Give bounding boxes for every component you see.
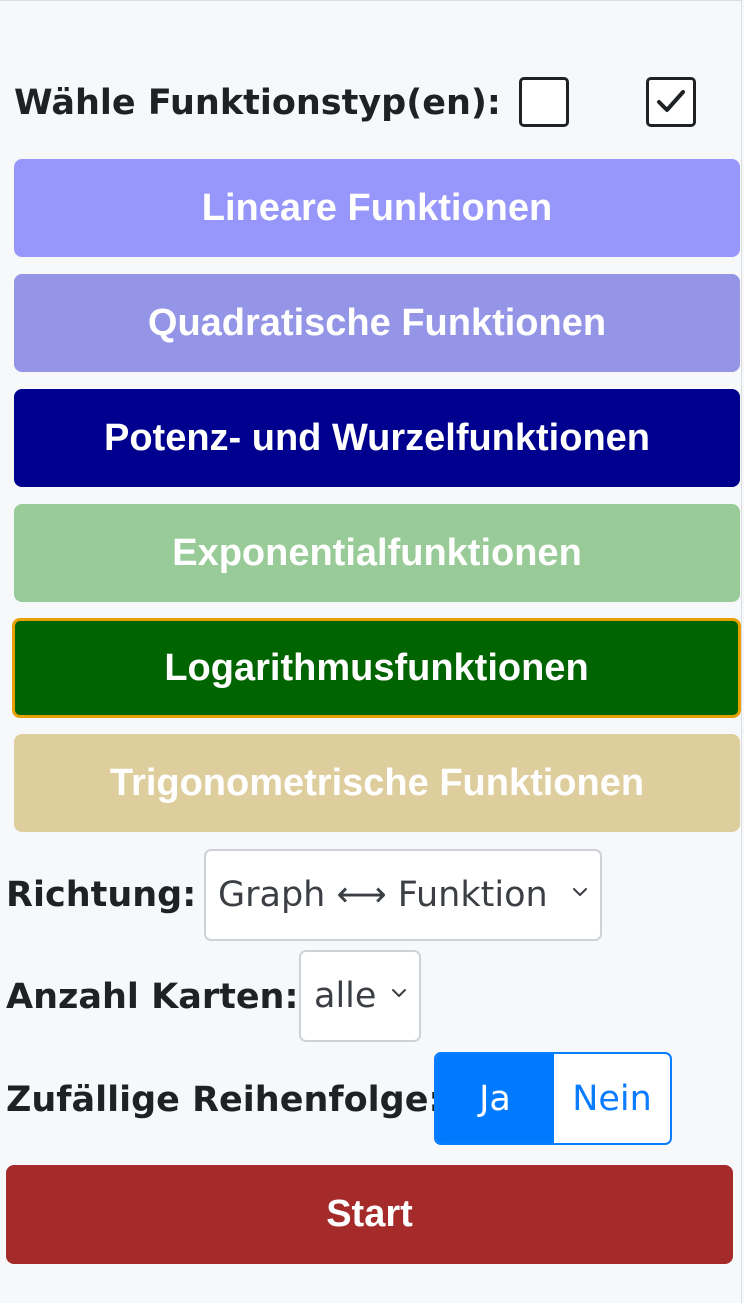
chevron-down-icon [392,989,406,997]
type-selection-label: Wähle Funktionstyp(en): [14,83,501,123]
select-all-checkbox[interactable] [646,77,696,127]
direction-select[interactable]: Graph ⟷ Funktion [204,849,602,941]
card-count-select-value: alle [314,976,377,1016]
select-none-checkbox[interactable] [519,77,569,127]
checked-checkbox-icon [657,90,685,112]
type-selection-row: Wähle Funktionstyp(en): [14,77,714,133]
random-order-toggle: Ja Nein [434,1052,672,1145]
trigonometric-functions-button[interactable]: Trigonometrische Funktionen [14,734,740,832]
quadratic-functions-button[interactable]: Quadratische Funktionen [14,274,740,372]
chevron-down-icon [573,888,587,896]
linear-functions-button[interactable]: Lineare Funktionen [14,159,740,257]
random-order-yes-button[interactable]: Ja [436,1054,554,1143]
random-order-label: Zufällige Reihenfolge: [6,1080,443,1120]
direction-label: Richtung: [6,875,197,915]
power-root-functions-button[interactable]: Potenz- und Wurzelfunktionen [14,389,740,487]
card-count-label: Anzahl Karten: [6,977,299,1017]
random-order-no-button[interactable]: Nein [554,1054,670,1143]
start-button[interactable]: Start [6,1165,733,1264]
logarithm-functions-button[interactable]: Logarithmusfunktionen [12,618,741,718]
direction-select-value: Graph ⟷ Funktion [218,875,548,915]
exponential-functions-button[interactable]: Exponentialfunktionen [14,504,740,602]
card-count-select[interactable]: alle [299,950,421,1042]
app-panel: Wähle Funktionstyp(en): Lineare Funktion… [0,0,742,1303]
